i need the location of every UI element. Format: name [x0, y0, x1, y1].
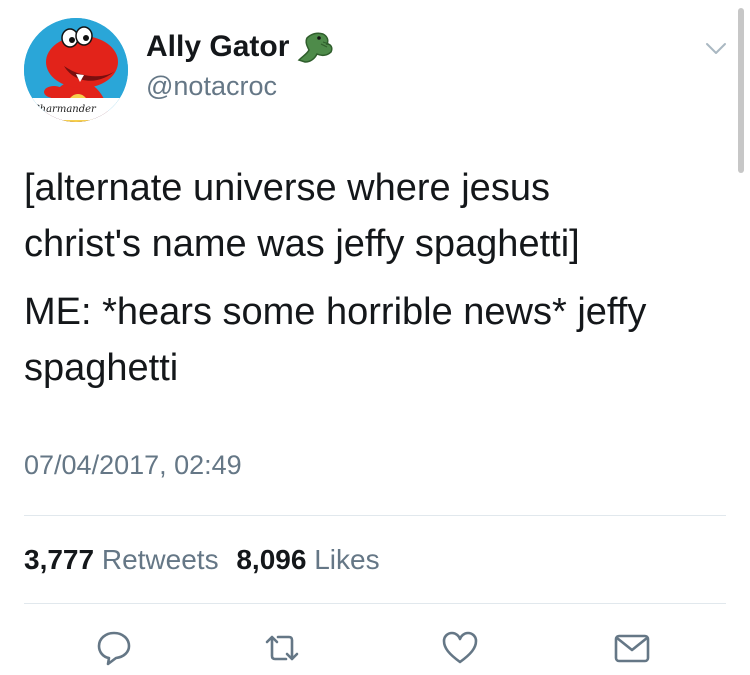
retweet-icon [265, 635, 299, 661]
chevron-down-icon[interactable] [704, 38, 728, 58]
like-icon [442, 631, 478, 664]
user-handle[interactable]: @notacroc [146, 70, 277, 102]
divider [24, 603, 726, 604]
likes-label[interactable]: Likes [314, 544, 379, 575]
display-name[interactable]: Ally Gator [146, 30, 335, 64]
tweet-paragraph: ME: *hears some horrible news* jeffy spa… [24, 291, 647, 389]
crocodile-icon [295, 30, 335, 64]
share-button[interactable] [612, 628, 652, 668]
retweets-label[interactable]: Retweets [102, 544, 219, 575]
display-name-text: Ally Gator [146, 30, 290, 63]
tweet-detail: Charmander Ally Gator @notacroc [alterna… [0, 0, 750, 675]
tweet-timestamp: 07/04/2017, 02:49 [24, 450, 242, 480]
reply-icon [97, 631, 131, 666]
like-button[interactable] [440, 628, 480, 668]
avatar[interactable]: Charmander [24, 18, 128, 122]
retweets-count[interactable]: 3,777 [24, 544, 94, 575]
scrollbar[interactable] [738, 8, 744, 173]
divider [24, 515, 726, 516]
tweet-stats: 3,777 Retweets 8,096 Likes [24, 543, 380, 577]
likes-count[interactable]: 8,096 [236, 544, 306, 575]
avatar-caption: Charmander [32, 104, 96, 115]
tweet-paragraph: [alternate universe where jesus christ's… [24, 167, 580, 265]
reply-button[interactable] [94, 628, 134, 668]
retweet-button[interactable] [262, 628, 302, 668]
tweet-text: [alternate universe where jesus christ's… [24, 160, 724, 396]
share-icon [614, 634, 650, 663]
